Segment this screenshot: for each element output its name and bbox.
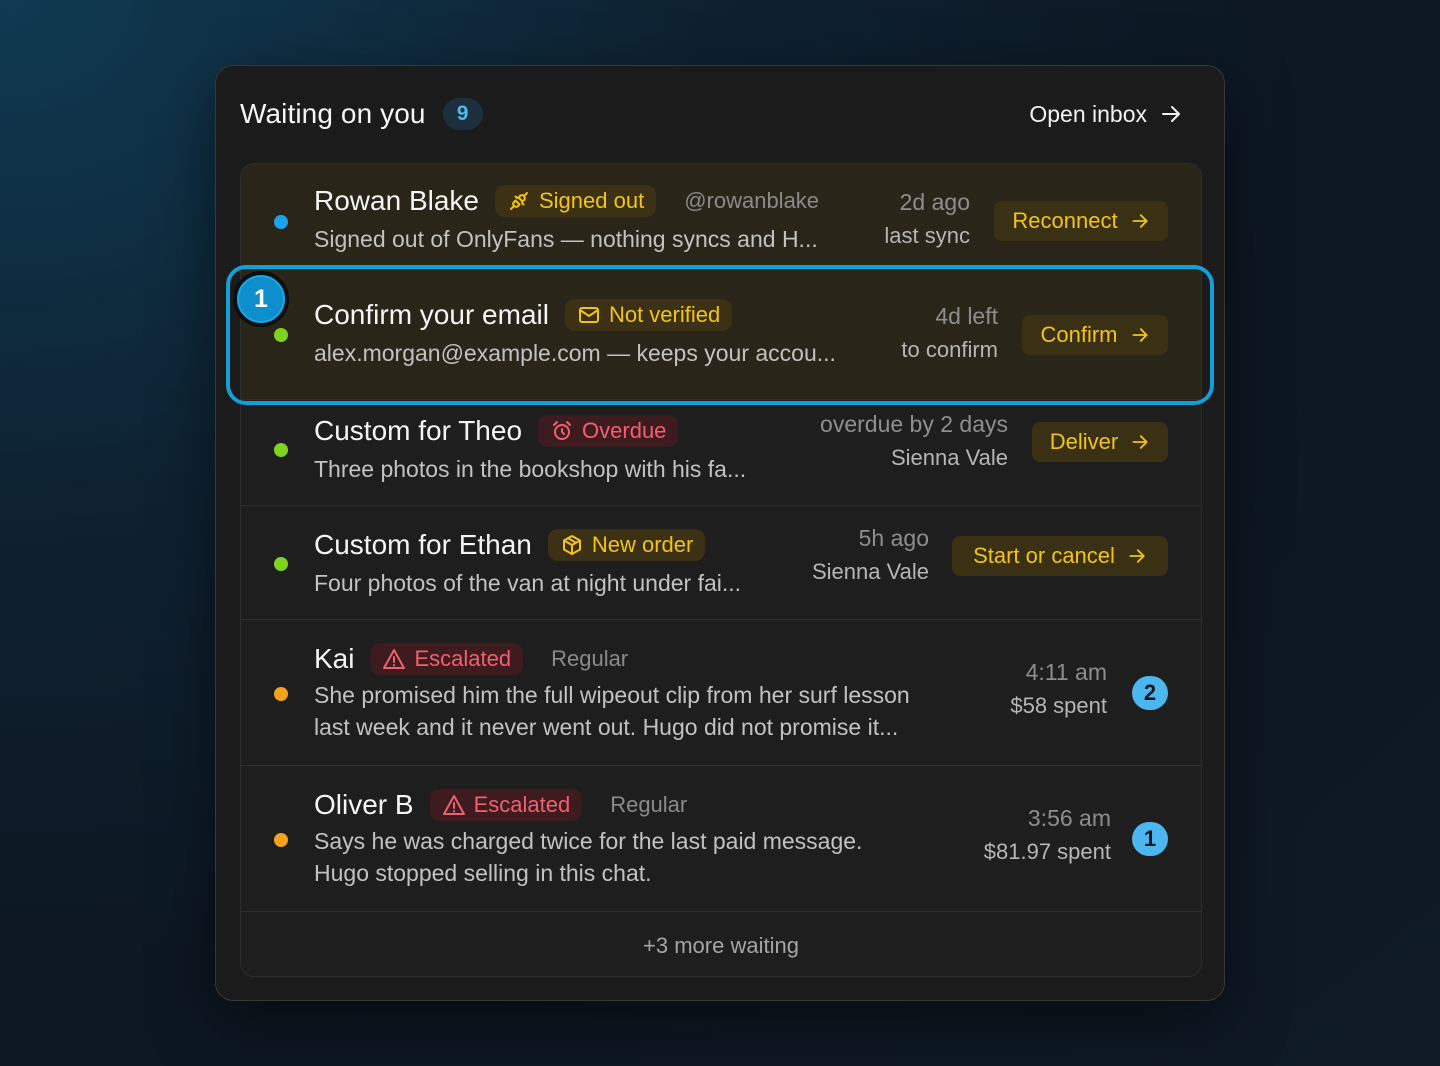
item-time-info: 4d left to confirm xyxy=(901,299,998,367)
item-title: Confirm your email xyxy=(314,299,549,330)
status-dot xyxy=(274,443,288,457)
open-inbox-label: Open inbox xyxy=(1029,100,1147,127)
warning-triangle-icon xyxy=(442,793,466,817)
status-badge-label: Escalated xyxy=(414,646,512,671)
warning-triangle-icon xyxy=(382,647,406,671)
item-time: 5h ago xyxy=(858,525,929,551)
item-time-info: 3:56 am $81.97 spent xyxy=(984,801,1111,869)
confirm-button[interactable]: Confirm xyxy=(1022,315,1168,355)
status-badge: New order xyxy=(547,529,706,561)
arrow-right-icon xyxy=(1130,325,1150,345)
arrow-right-icon xyxy=(1130,211,1150,231)
unread-count-badge: 1 xyxy=(1132,822,1168,856)
list-item[interactable]: Rowan Blake Signed out @rowanblake Signe… xyxy=(241,164,1201,270)
username: @rowanblake xyxy=(684,188,820,213)
waiting-list: Rowan Blake Signed out @rowanblake Signe… xyxy=(240,163,1202,977)
start-or-cancel-button[interactable]: Start or cancel xyxy=(952,536,1168,576)
item-subtitle-line-1: She promised him the full wipeout clip f… xyxy=(314,682,910,708)
item-title: Oliver B xyxy=(314,789,414,820)
item-subtitle-line-2: last week and it never went out. Hugo di… xyxy=(314,714,899,740)
status-dot xyxy=(274,557,288,571)
step-marker: 1 xyxy=(233,271,289,327)
item-assignee: Sienna Vale xyxy=(811,559,929,584)
item-time-info: 4:11 am $58 spent xyxy=(1010,655,1107,723)
open-inbox-link[interactable]: Open inbox xyxy=(1029,101,1183,128)
mail-icon xyxy=(577,303,601,327)
item-title: Custom for Theo xyxy=(314,415,523,446)
amount-spent: $81.97 spent xyxy=(983,839,1111,864)
card-header: Waiting on you 9 Open inbox xyxy=(240,92,1200,136)
item-time-info: 2d ago last sync xyxy=(884,185,970,253)
status-badge: Signed out xyxy=(494,185,657,217)
item-time: 3:56 am xyxy=(1027,805,1111,831)
item-detail: to confirm xyxy=(901,337,998,362)
status-badge-label: Signed out xyxy=(538,188,645,213)
item-subtitle: Signed out of OnlyFans — nothing syncs a… xyxy=(314,226,818,252)
item-time-info: overdue by 2 days Sienna Vale xyxy=(820,407,1008,475)
confirm-button-label: Confirm xyxy=(1040,322,1118,347)
status-dot xyxy=(274,687,288,701)
count-badge: 9 xyxy=(442,98,483,130)
waiting-card: Waiting on you 9 Open inbox Rowan Blake … xyxy=(215,65,1225,1001)
item-subtitle: alex.morgan@example.com — keeps your acc… xyxy=(314,340,836,366)
item-title: Custom for Ethan xyxy=(314,529,532,560)
status-dot xyxy=(274,328,288,342)
arrow-right-icon xyxy=(1127,546,1147,566)
list-item[interactable]: Oliver B Escalated Regular Says he was c… xyxy=(241,766,1201,912)
status-badge: Escalated xyxy=(429,789,583,821)
item-time: overdue by 2 days xyxy=(820,411,1008,437)
amount-spent: $58 spent xyxy=(1010,693,1107,718)
fan-tier: Regular xyxy=(551,646,629,671)
status-badge-label: Not verified xyxy=(608,302,721,327)
item-time-info: 5h ago Sienna Vale xyxy=(812,521,929,589)
status-dot xyxy=(274,215,288,229)
reconnect-button-label: Reconnect xyxy=(1012,208,1118,233)
deliver-button-label: Deliver xyxy=(1049,429,1119,454)
status-badge-label: New order xyxy=(591,532,694,557)
fan-tier: Regular xyxy=(610,792,688,817)
alarm-clock-icon xyxy=(550,419,574,443)
item-subtitle: Four photos of the van at night under fa… xyxy=(314,570,742,596)
status-dot xyxy=(274,833,288,847)
status-badge-label: Overdue xyxy=(582,418,667,443)
item-detail: last sync xyxy=(884,223,970,248)
start-or-cancel-button-label: Start or cancel xyxy=(973,543,1115,568)
arrow-right-icon xyxy=(1130,432,1150,452)
status-badge: Escalated xyxy=(370,643,524,675)
status-badge-label: Escalated xyxy=(473,792,571,817)
deliver-button[interactable]: Deliver xyxy=(1032,422,1168,462)
item-subtitle-line-2: Hugo stopped selling in this chat. xyxy=(314,860,652,886)
item-subtitle: Three photos in the bookshop with his fa… xyxy=(314,456,747,482)
status-badge: Overdue xyxy=(538,415,679,447)
reconnect-button[interactable]: Reconnect xyxy=(994,201,1168,241)
unplug-icon xyxy=(507,189,531,213)
item-title: Kai xyxy=(314,643,355,674)
list-item[interactable]: Custom for Theo Overdue Three photos in … xyxy=(241,400,1201,506)
status-badge: Not verified xyxy=(564,299,733,331)
item-subtitle-line-1: Says he was charged twice for the last p… xyxy=(314,828,863,854)
item-assignee: Sienna Vale xyxy=(890,445,1008,470)
item-time: 4d left xyxy=(935,303,998,329)
more-waiting-link[interactable]: +3 more waiting xyxy=(241,914,1201,976)
list-item[interactable]: Kai Escalated Regular She promised him t… xyxy=(241,620,1201,766)
item-title: Rowan Blake xyxy=(314,185,479,216)
item-time: 4:11 am xyxy=(1025,659,1107,685)
list-item[interactable]: Confirm your email Not verified alex.mor… xyxy=(241,270,1201,400)
arrow-right-icon xyxy=(1159,102,1183,126)
item-time: 2d ago xyxy=(899,189,970,215)
card-title: Waiting on you xyxy=(240,98,426,129)
package-icon xyxy=(560,533,584,557)
list-item[interactable]: Custom for Ethan New order Four photos o… xyxy=(241,506,1201,620)
unread-count-badge: 2 xyxy=(1132,676,1168,710)
